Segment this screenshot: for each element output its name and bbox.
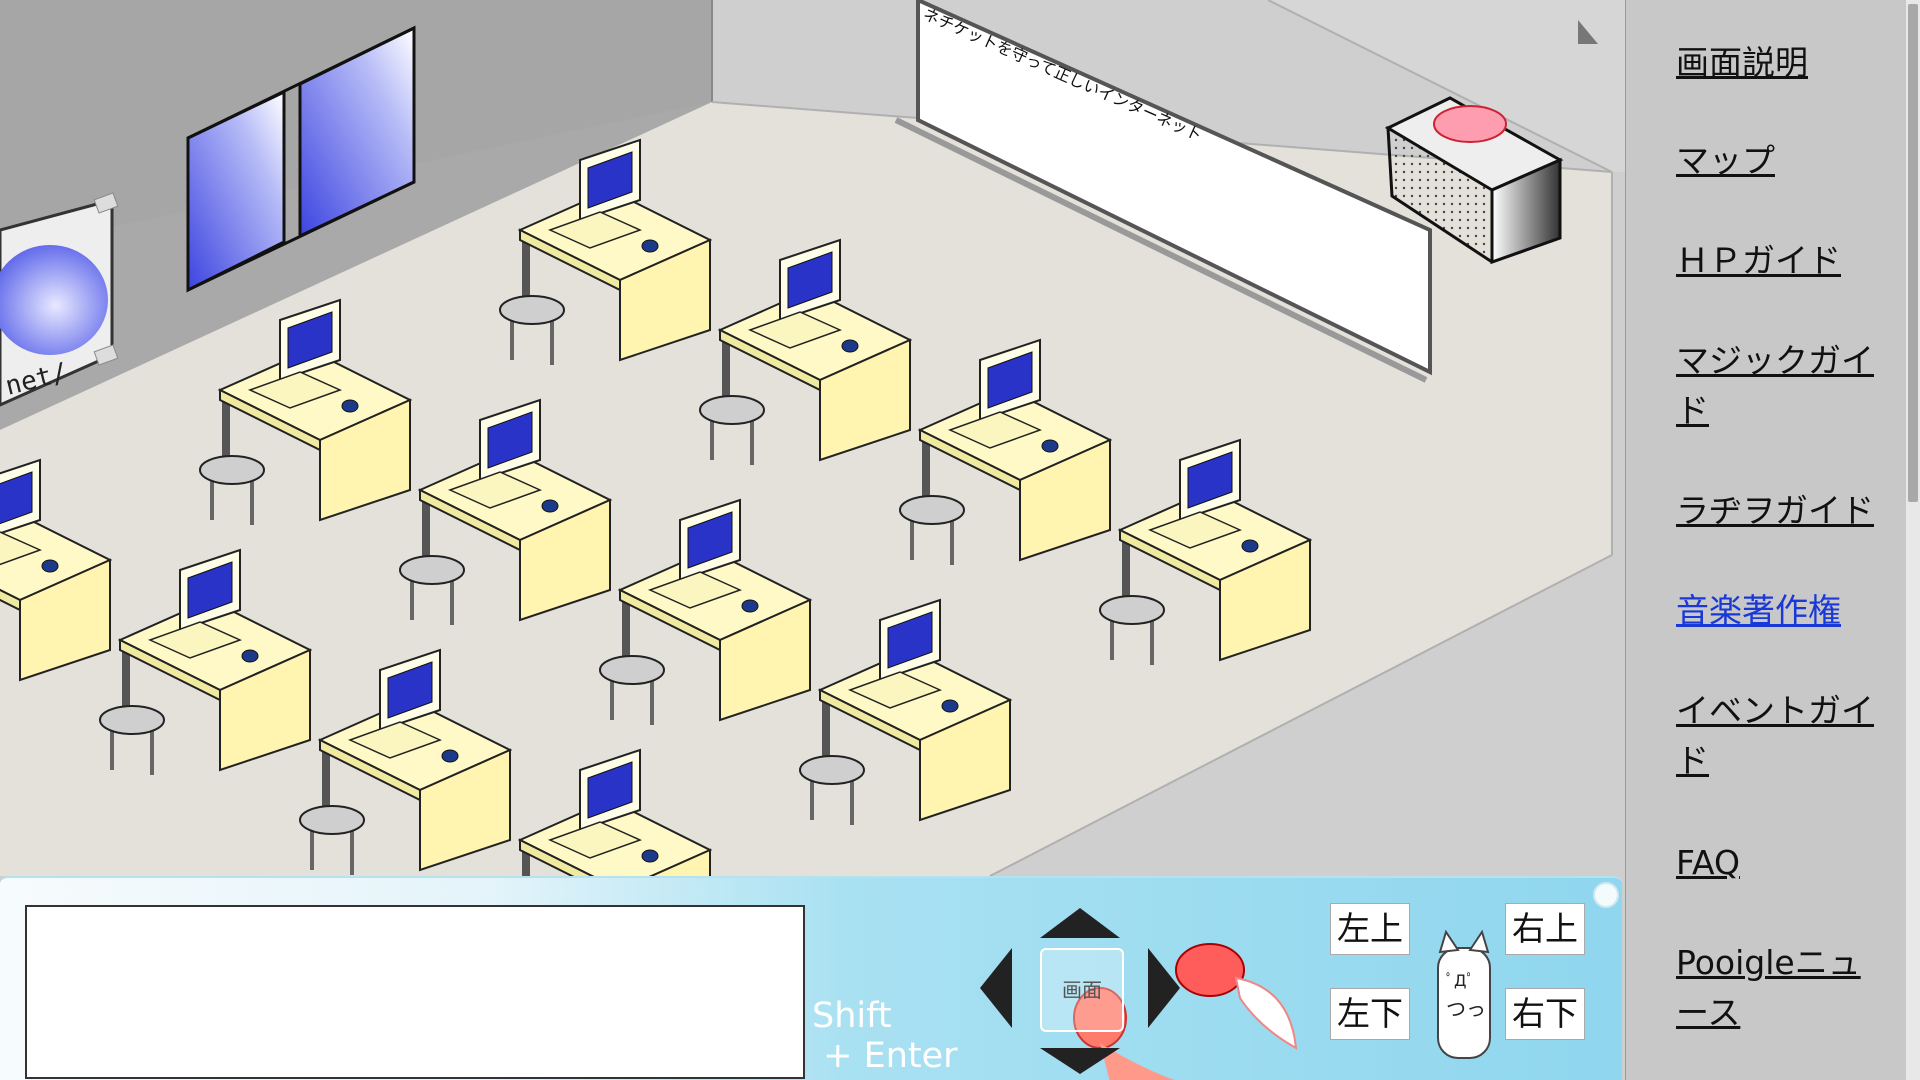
sidebar: 画面説明 マップ ＨＰガイド マジックガイド ラヂヲガイド 音楽著作権 イベント…: [1626, 0, 1920, 1080]
arrow-left-icon[interactable]: [980, 948, 1012, 1028]
nav-music-copyright[interactable]: 音楽著作権: [1676, 586, 1886, 636]
cat-avatar-icon: ﾟДﾟ つっ: [1437, 929, 1491, 1059]
nav-map[interactable]: マップ: [1676, 136, 1886, 186]
move-up-right-button[interactable]: 右上: [1505, 903, 1585, 955]
move-down-right-button[interactable]: 右下: [1505, 988, 1585, 1040]
scrollbar[interactable]: [1906, 0, 1920, 1080]
nav-event-guide[interactable]: イベントガイド: [1676, 686, 1886, 786]
arrow-up-icon[interactable]: [1040, 908, 1120, 938]
control-panel: Shift + Enter ﾟДﾟ つっ 画面 左上 右上 左下 右下: [0, 876, 1622, 1080]
nav-faq[interactable]: FAQ: [1676, 838, 1886, 888]
nav-screen-guide[interactable]: 画面説明: [1676, 38, 1886, 88]
panel-resize-handle[interactable]: [1593, 882, 1619, 908]
svg-text:ﾟДﾟ: ﾟДﾟ: [1446, 971, 1475, 990]
arrow-right-icon[interactable]: [1148, 948, 1180, 1028]
nav-radio-guide[interactable]: ラヂヲガイド: [1676, 486, 1886, 536]
center-view-button[interactable]: 画面: [1040, 948, 1124, 1032]
move-down-left-button[interactable]: 左下: [1330, 988, 1410, 1040]
nav-magic-guide[interactable]: マジックガイド: [1676, 336, 1886, 436]
svg-text:つっ: つっ: [1446, 997, 1486, 1021]
move-up-left-button[interactable]: 左上: [1330, 903, 1410, 955]
nav-pooigle-news[interactable]: Pooigleニュース: [1676, 938, 1886, 1038]
scrollbar-thumb[interactable]: [1908, 4, 1918, 502]
nav-hp-guide[interactable]: ＨＰガイド: [1676, 236, 1886, 286]
